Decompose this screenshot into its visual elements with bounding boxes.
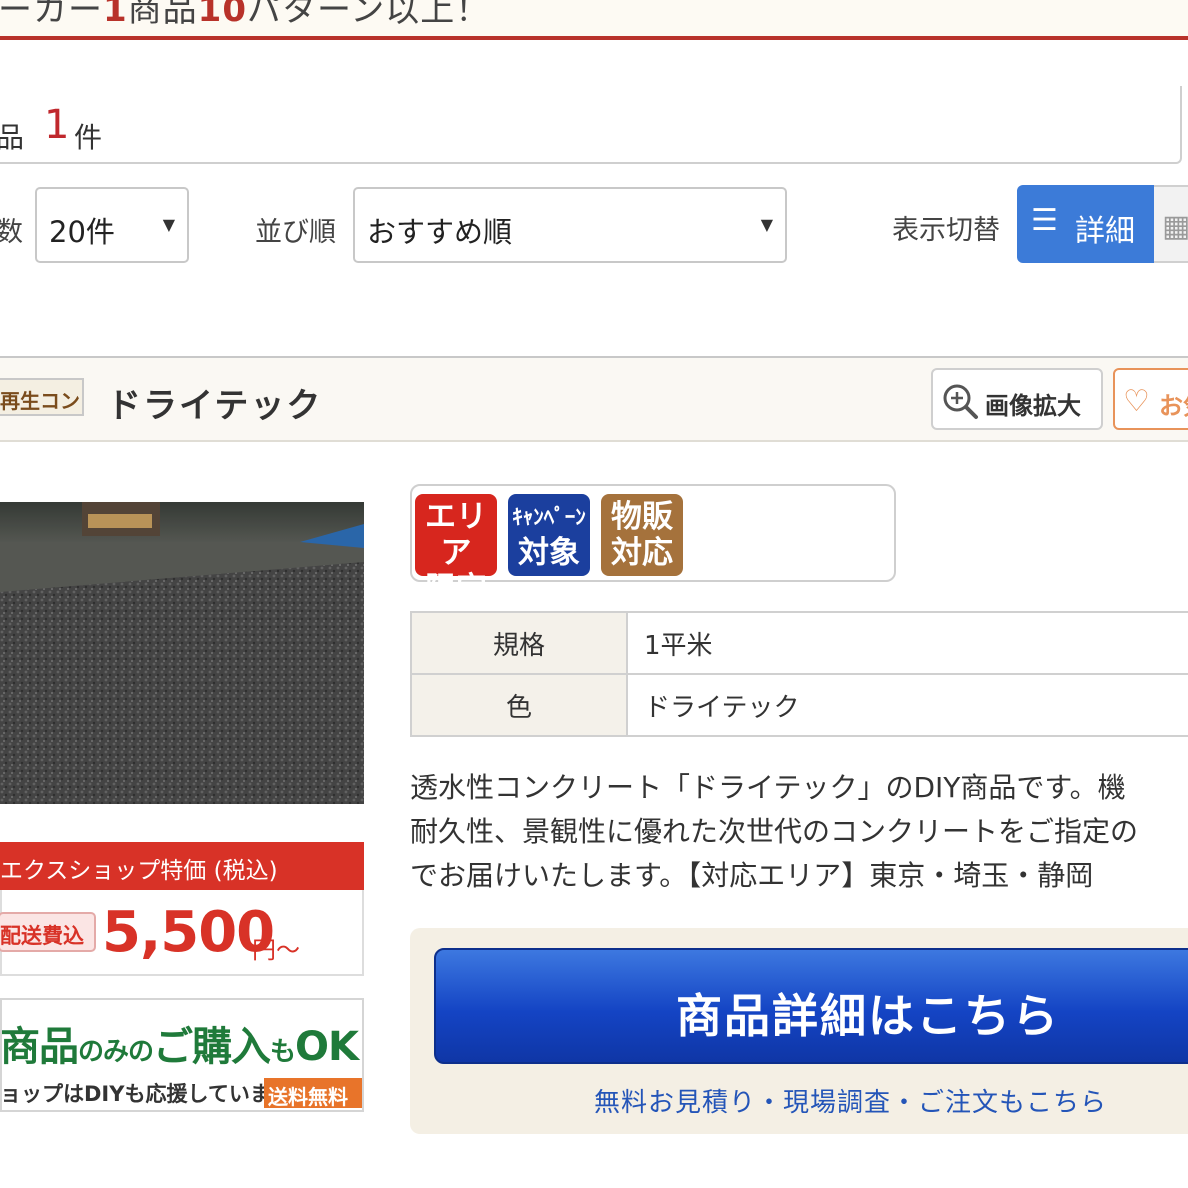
promo-banner: ーカー1商品10パターン以上！ — [0, 0, 1188, 40]
view-grid-button[interactable]: ▦ — [1154, 185, 1188, 263]
image-zoom-label: 画像拡大 — [985, 392, 1081, 420]
table-row: 色 ドライテック — [410, 673, 1188, 737]
list-icon: ☰ — [1031, 203, 1058, 238]
per-page-select[interactable]: 20件 ▼ — [35, 187, 189, 263]
product-photo — [0, 502, 364, 804]
favorite-button[interactable]: ♡ お気 — [1113, 368, 1188, 430]
product-title[interactable]: ドライテック — [107, 378, 322, 427]
estimate-link[interactable]: 無料お見積り・現場調査・ご注文もこちら — [594, 1082, 1107, 1119]
cta-area: 商品詳細はこちら 無料お見積り・現場調査・ご注文もこちら — [410, 928, 1188, 1134]
sort-select[interactable]: おすすめ順 ▼ — [353, 187, 787, 263]
caret-down-icon: ▼ — [162, 215, 175, 234]
view-detail-label: 詳細 — [1075, 214, 1135, 249]
caret-down-icon: ▼ — [760, 215, 773, 234]
merchandise-badge: 物販 対応 — [601, 494, 683, 576]
result-count: 品 1 件 — [0, 86, 1182, 164]
product-description: 透水性コンクリート「ドライテック」のDIY商品です。機 耐久性、景観性に優れた次… — [410, 771, 1139, 892]
result-count-number: 1 — [44, 102, 70, 148]
price-value: 5,500 — [102, 900, 275, 965]
view-detail-button[interactable]: ☰ 詳細 — [1017, 185, 1154, 263]
product-detail-button[interactable]: 商品詳細はこちら — [434, 948, 1188, 1064]
grid-icon: ▦ — [1162, 209, 1188, 244]
category-badge: 再生コン — [0, 378, 84, 416]
result-count-label: 品 — [0, 121, 25, 154]
per-page-value: 20件 — [49, 215, 115, 249]
spec-table: 規格 1平米 色 ドライテック — [410, 611, 1188, 737]
result-count-unit: 件 — [74, 121, 103, 154]
price-unit: 円〜 — [252, 936, 300, 964]
area-limited-badge: エリア 限定 — [415, 494, 497, 607]
zoom-in-icon — [943, 384, 978, 419]
image-zoom-button[interactable]: 画像拡大 — [931, 368, 1103, 430]
feature-badges: エリア 限定 ｷｬﾝﾍﾟｰﾝ 対象 物販 対応 — [410, 484, 896, 607]
product-header: 再生コン ドライテック 画像拡大 ♡ お気 — [0, 356, 1188, 442]
product-detail-label: 商品詳細はこちら — [676, 989, 1060, 1043]
view-toggle-label: 表示切替 — [892, 215, 1000, 246]
free-shipping-badge: 送料無料 — [264, 1078, 362, 1109]
price-header: エクスショップ特価 (税込) — [0, 842, 364, 890]
heart-icon: ♡ — [1123, 384, 1150, 419]
favorite-label: お気 — [1159, 392, 1188, 420]
table-row: 規格 1平米 — [410, 611, 1188, 675]
diy-promo-banner[interactable]: 商品のみのご購入もOK!! ョップはDIYも応援しています！ 送料無料 — [0, 998, 364, 1112]
spec-value: 1平米 — [626, 611, 1188, 675]
spec-key: 色 — [410, 673, 628, 737]
promo-banner-text: ーカー1商品10パターン以上！ — [0, 0, 491, 30]
sort-value: おすすめ順 — [367, 215, 513, 249]
sort-label: 並び順 — [255, 217, 336, 248]
per-page-label: 数 — [0, 217, 23, 248]
product-image[interactable] — [0, 502, 364, 804]
campaign-badge: ｷｬﾝﾍﾟｰﾝ 対象 — [508, 494, 590, 576]
diy-promo-headline: 商品のみのご購入もOK!! — [0, 1024, 362, 1070]
shipping-included-badge: 配送費込 — [0, 912, 96, 952]
spec-value: ドライテック — [626, 673, 1188, 737]
spec-key: 規格 — [410, 611, 628, 675]
price-box: 配送費込 5,500 円〜 — [0, 890, 364, 976]
